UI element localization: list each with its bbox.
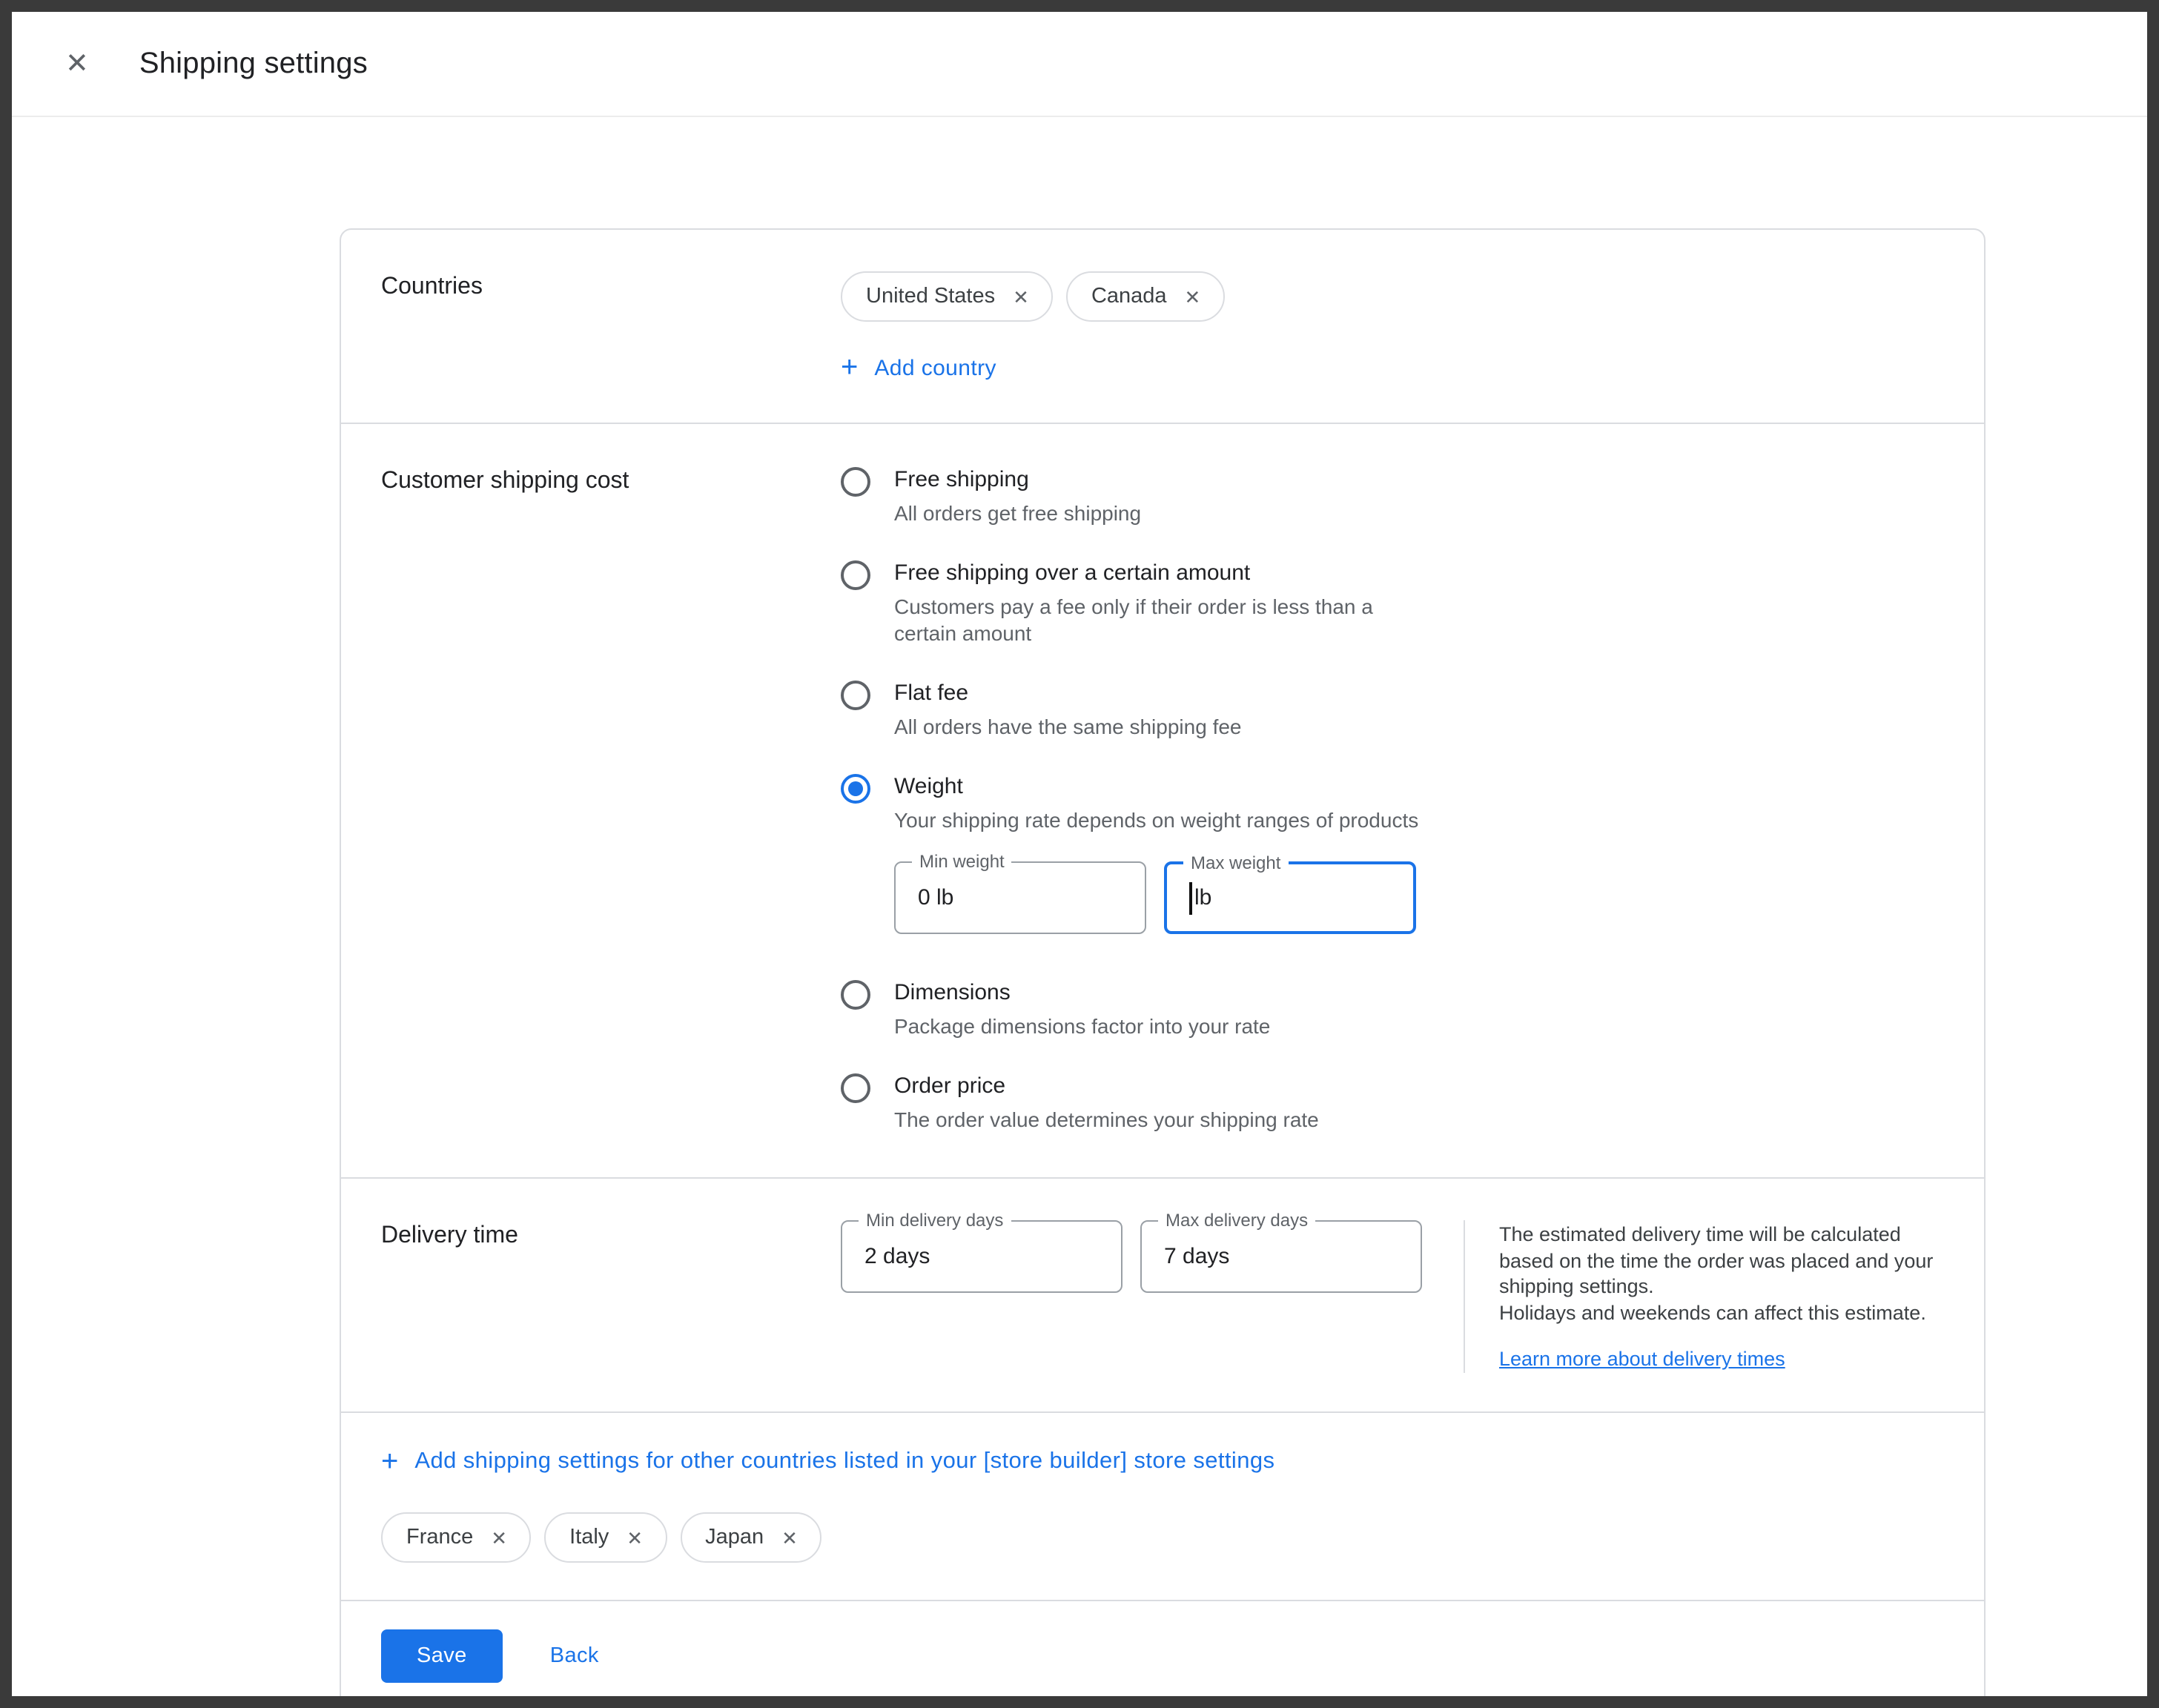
country-chip-united-states[interactable]: United States ✕ <box>841 271 1053 322</box>
country-chip-france[interactable]: France ✕ <box>381 1512 531 1563</box>
remove-country-button[interactable]: ✕ <box>1010 284 1032 309</box>
country-chip-japan[interactable]: Japan ✕ <box>680 1512 821 1563</box>
max-weight-field[interactable]: Max weight lb <box>1164 861 1416 934</box>
radio-selected-icon[interactable] <box>841 774 870 804</box>
option-free-shipping[interactable]: Free shipping All orders get free shippi… <box>841 466 1944 526</box>
save-button[interactable]: Save <box>381 1629 503 1683</box>
option-free-over-amount[interactable]: Free shipping over a certain amount Cust… <box>841 559 1944 646</box>
max-delivery-days-field[interactable]: Max delivery days 7 days <box>1140 1220 1422 1293</box>
country-chip-canada[interactable]: Canada ✕ <box>1066 271 1224 322</box>
remove-country-button[interactable]: ✕ <box>778 1525 801 1550</box>
shipping-cost-section: Customer shipping cost Free shipping All… <box>341 424 1984 1177</box>
country-chip-italy[interactable]: Italy ✕ <box>544 1512 667 1563</box>
option-description: Your shipping rate depends on weight ran… <box>894 807 1418 833</box>
plus-icon: + <box>381 1447 398 1477</box>
min-weight-field-value: 0 lb <box>918 885 953 910</box>
option-title: Dimensions <box>894 979 1270 1008</box>
min-delivery-days-field[interactable]: Min delivery days 2 days <box>841 1220 1123 1293</box>
min-weight-field-label: Min weight <box>912 853 1012 872</box>
delivery-note: The estimated delivery time will be calc… <box>1499 1222 1944 1325</box>
option-description: Package dimensions factor into your rate <box>894 1013 1270 1039</box>
option-title: Weight <box>894 772 1418 802</box>
chip-label: Italy <box>569 1526 609 1549</box>
dialog-header: ✕ Shipping settings <box>12 12 2147 117</box>
plus-icon: + <box>841 353 858 383</box>
countries-content: United States ✕ Canada ✕ + Add countr <box>841 271 1944 384</box>
close-icon: ✕ <box>1013 287 1029 306</box>
countries-label: Countries <box>381 271 841 384</box>
delivery-fields: Min delivery days 2 days Max delivery da… <box>841 1220 1422 1373</box>
max-weight-field-value: lb <box>1194 885 1211 910</box>
option-title: Flat fee <box>894 679 1242 709</box>
shipping-cost-options: Free shipping All orders get free shippi… <box>841 466 1944 1139</box>
chip-label: Japan <box>705 1526 764 1549</box>
max-weight-field-label: Max weight <box>1183 854 1288 873</box>
card-footer: Save Back <box>341 1601 1984 1708</box>
chip-label: Canada <box>1091 285 1167 308</box>
close-icon: ✕ <box>1185 287 1201 306</box>
option-weight[interactable]: Weight Your shipping rate depends on wei… <box>841 772 1944 946</box>
shipping-cost-label: Customer shipping cost <box>381 466 841 1139</box>
option-flat-fee[interactable]: Flat fee All orders have the same shippi… <box>841 679 1944 740</box>
radio-icon[interactable] <box>841 560 870 590</box>
add-other-countries-button[interactable]: + Add shipping settings for other countr… <box>381 1447 1274 1477</box>
option-dimensions[interactable]: Dimensions Package dimensions factor int… <box>841 979 1944 1039</box>
max-delivery-days-value: 7 days <box>1164 1244 1229 1269</box>
delivery-time-label: Delivery time <box>381 1220 841 1373</box>
chip-label: France <box>406 1526 473 1549</box>
option-description: Customers pay a fee only if their order … <box>894 593 1383 646</box>
back-button[interactable]: Back <box>538 1644 611 1668</box>
min-delivery-days-value: 2 days <box>864 1244 930 1269</box>
add-country-label: Add country <box>874 355 996 380</box>
other-country-chip-row: France ✕ Italy ✕ Japan ✕ <box>381 1512 1944 1563</box>
close-button[interactable]: ✕ <box>59 44 95 84</box>
screenshot-frame: ✕ Shipping settings Countries United Sta… <box>0 0 2159 1708</box>
delivery-time-content: Min delivery days 2 days Max delivery da… <box>841 1220 1944 1373</box>
country-chip-row: United States ✕ Canada ✕ <box>841 271 1944 322</box>
delivery-time-section: Delivery time Min delivery days 2 days M… <box>341 1179 1984 1411</box>
max-delivery-days-label: Max delivery days <box>1158 1211 1315 1231</box>
close-icon: ✕ <box>65 50 89 78</box>
text-cursor <box>1189 881 1191 914</box>
radio-icon[interactable] <box>841 1073 870 1103</box>
option-description: All orders have the same shipping fee <box>894 713 1242 740</box>
min-delivery-days-label: Min delivery days <box>859 1211 1011 1231</box>
vertical-divider <box>1464 1220 1465 1373</box>
min-weight-field[interactable]: Min weight 0 lb <box>894 861 1146 934</box>
add-country-button[interactable]: + Add country <box>841 353 996 383</box>
remove-country-button[interactable]: ✕ <box>624 1525 646 1550</box>
close-icon: ✕ <box>626 1528 643 1547</box>
chip-label: United States <box>866 285 995 308</box>
radio-icon[interactable] <box>841 980 870 1010</box>
close-icon: ✕ <box>491 1528 507 1547</box>
delivery-note-column: The estimated delivery time will be calc… <box>1499 1220 1944 1373</box>
remove-country-button[interactable]: ✕ <box>488 1525 510 1550</box>
other-countries-section: + Add shipping settings for other countr… <box>341 1413 1984 1600</box>
learn-more-link[interactable]: Learn more about delivery times <box>1499 1348 1785 1370</box>
scale-wrapper: ✕ Shipping settings Countries United Sta… <box>0 0 2159 1708</box>
countries-section: Countries United States ✕ Canada ✕ <box>341 230 1984 423</box>
settings-card: Countries United States ✕ Canada ✕ <box>340 228 1986 1708</box>
radio-icon[interactable] <box>841 467 870 497</box>
option-title: Order price <box>894 1072 1319 1102</box>
close-icon: ✕ <box>781 1528 798 1547</box>
option-description: All orders get free shipping <box>894 500 1141 526</box>
add-other-countries-label: Add shipping settings for other countrie… <box>414 1449 1274 1475</box>
remove-country-button[interactable]: ✕ <box>1182 284 1204 309</box>
option-order-price[interactable]: Order price The order value determines y… <box>841 1072 1944 1133</box>
radio-icon[interactable] <box>841 681 870 710</box>
page-title: Shipping settings <box>139 47 368 81</box>
weight-fields: Min weight 0 lb Max weight lb <box>894 861 1418 934</box>
option-title: Free shipping <box>894 466 1141 495</box>
option-description: The order value determines your shipping… <box>894 1106 1319 1133</box>
option-title: Free shipping over a certain amount <box>894 559 1383 589</box>
